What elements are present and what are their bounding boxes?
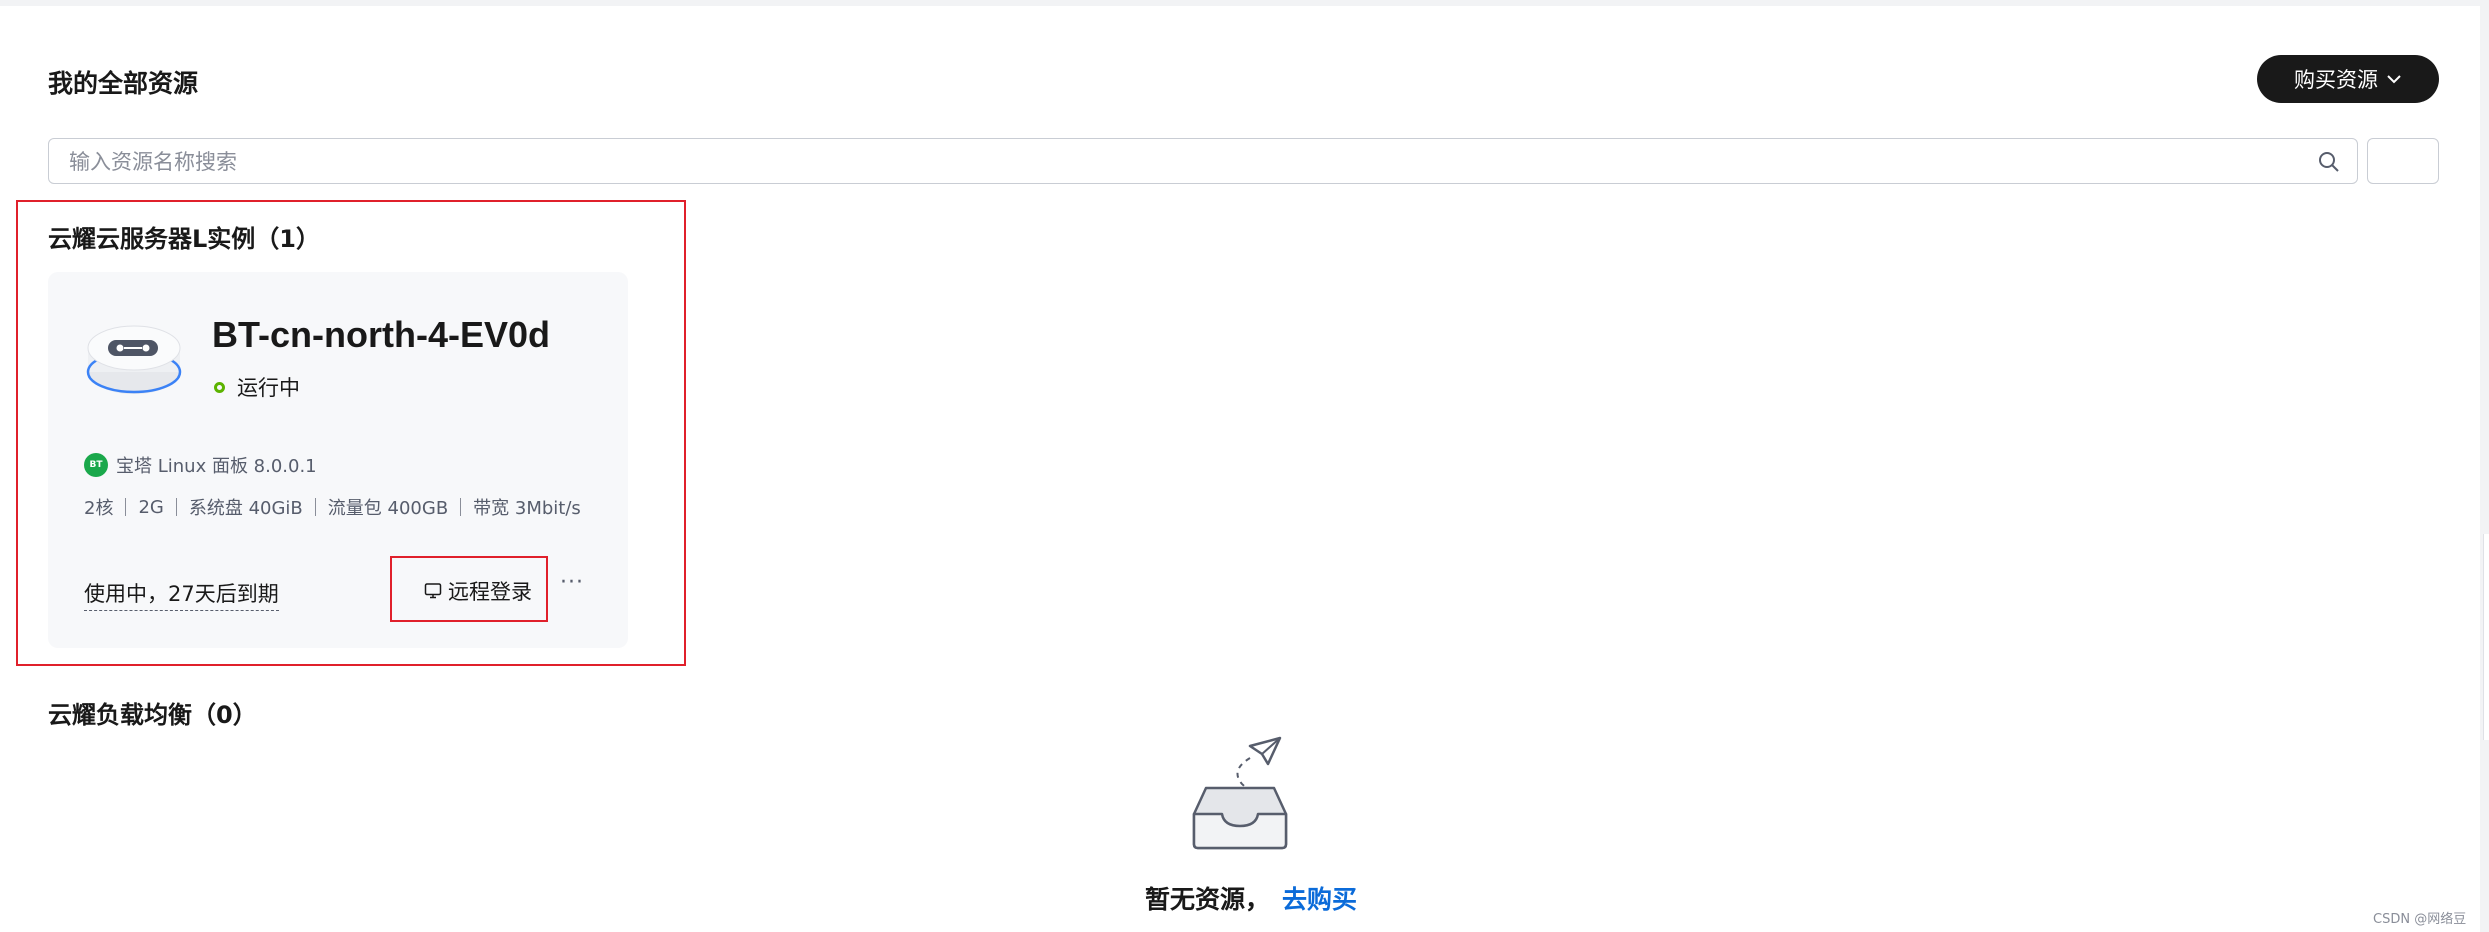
- spec-divider: [314, 498, 316, 516]
- expiry-status[interactable]: 使用中，27天后到期: [84, 578, 279, 611]
- remote-login-button[interactable]: 远程登录: [424, 576, 532, 606]
- search-box[interactable]: [48, 138, 2358, 184]
- monitor-icon: [424, 583, 442, 599]
- spec-divider: [460, 498, 462, 516]
- search-input[interactable]: [67, 139, 2291, 184]
- page: 我的全部资源 购买资源 云耀云服务器L实例（1） BT-cn-north-4-E…: [0, 6, 2480, 932]
- empty-inbox-icon: [1192, 736, 1288, 850]
- load-balancer-section-title: 云耀负载均衡（0）: [48, 701, 257, 729]
- status-row: 运行中: [214, 372, 300, 402]
- page-title: 我的全部资源: [48, 69, 199, 98]
- filter-button[interactable]: [2367, 138, 2439, 184]
- image-info: BT 宝塔 Linux 面板 8.0.0.1: [84, 452, 317, 478]
- buy-resources-button[interactable]: 购买资源: [2257, 55, 2439, 103]
- spec-disk: 系统盘 40GiB: [188, 498, 303, 519]
- chevron-down-icon: [2387, 75, 2401, 84]
- instance-name[interactable]: BT-cn-north-4-EV0d: [212, 314, 550, 356]
- side-panel-tab[interactable]: [2483, 534, 2489, 740]
- spec-divider: [125, 498, 127, 516]
- spec-cpu: 2核: [84, 498, 114, 519]
- instance-card[interactable]: BT-cn-north-4-EV0d 运行中 BT 宝塔 Linux 面板 8.…: [48, 272, 628, 648]
- empty-text: 暂无资源，: [1145, 885, 1271, 914]
- remote-login-label: 远程登录: [448, 580, 532, 604]
- image-name: 宝塔 Linux 面板 8.0.0.1: [116, 456, 317, 477]
- buy-resources-label: 购买资源: [2294, 68, 2378, 92]
- spec-bandwidth: 带宽 3Mbit/s: [473, 498, 581, 519]
- spec-traffic: 流量包 400GB: [327, 498, 449, 519]
- more-actions-button[interactable]: ···: [560, 570, 584, 595]
- status-text: 运行中: [237, 376, 300, 400]
- watermark: CSDN @网络豆: [2373, 912, 2467, 927]
- buy-link[interactable]: 去购买: [1282, 880, 1357, 916]
- bt-logo-icon: BT: [84, 453, 108, 477]
- spec-row: 2核 2G 系统盘 40GiB 流量包 400GB 带宽 3Mbit/s: [84, 494, 581, 520]
- instances-section-title: 云耀云服务器L实例（1）: [48, 225, 320, 253]
- status-running-icon: [214, 381, 225, 393]
- empty-state: 暂无资源， 去购买: [1145, 880, 1357, 916]
- spec-divider: [175, 498, 177, 516]
- spec-memory: 2G: [138, 496, 164, 518]
- search-icon[interactable]: [2317, 150, 2341, 174]
- server-image: [86, 325, 182, 394]
